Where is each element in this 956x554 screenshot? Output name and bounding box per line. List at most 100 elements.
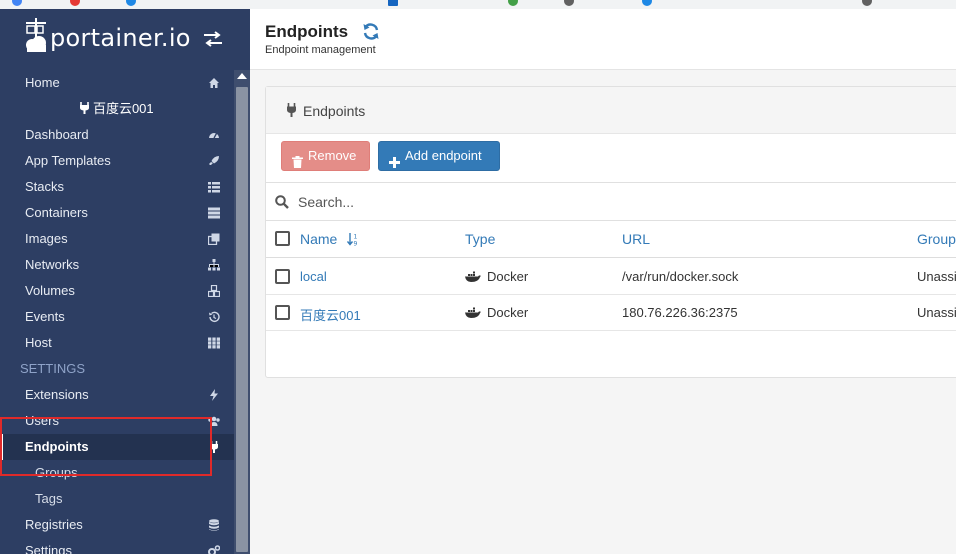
bookmark-icon[interactable] (12, 0, 22, 6)
browser-bookmarks-bar (0, 0, 956, 9)
sidebar-item-label: Home (25, 75, 60, 90)
sidebar-item-label: Stacks (25, 179, 65, 194)
portainer-logo-icon[interactable] (24, 18, 48, 61)
endpoint-name-link[interactable]: local (300, 269, 327, 284)
sidebar-item-label: Registries (25, 517, 83, 532)
cubes-icon (208, 285, 220, 297)
sidebar: portainer.io Home 百度云001 Dashboard App T… (0, 0, 250, 554)
plug-icon (80, 102, 90, 114)
list-icon (208, 182, 220, 193)
column-header-type[interactable]: Type (465, 231, 495, 247)
sidebar-item-label: Images (25, 231, 68, 246)
sidebar-item-label: Settings (25, 543, 72, 554)
endpoint-type: Docker (487, 269, 529, 284)
bookmark-icon[interactable] (642, 0, 652, 6)
sidebar-item-label: Extensions (25, 387, 89, 402)
panel-header: Endpoints (266, 87, 956, 134)
search-icon (275, 195, 289, 214)
brand-header: portainer.io (0, 0, 250, 70)
sidebar-item-tags[interactable]: Tags (0, 486, 234, 512)
database-icon (209, 519, 219, 531)
history-icon (209, 311, 220, 323)
bookmark-icon[interactable] (508, 0, 518, 6)
users-icon (208, 416, 220, 426)
select-all-checkbox[interactable] (275, 231, 290, 246)
sidebar-toggle-icon[interactable] (204, 31, 222, 52)
endpoint-group: Unassigned (917, 269, 956, 284)
column-header-url[interactable]: URL (622, 231, 650, 247)
add-endpoint-button-label: Add endpoint (405, 148, 482, 163)
row-checkbox[interactable] (275, 269, 290, 284)
settings-section-heading: SETTINGS (20, 361, 86, 376)
sidebar-item-extensions[interactable]: Extensions (0, 382, 234, 408)
brand-name[interactable]: portainer.io (50, 24, 191, 52)
sidebar-item-label: Endpoints (25, 439, 89, 454)
page-header: Endpoints Endpoint management (250, 0, 956, 70)
sidebar-menu: Home 百度云001 Dashboard App Templates Stac… (0, 70, 234, 554)
sidebar-item-users[interactable]: Users (0, 408, 234, 434)
sidebar-item-endpoints[interactable]: Endpoints (0, 434, 234, 460)
sidebar-scrollbar[interactable] (234, 70, 250, 554)
docker-icon (465, 306, 482, 324)
cogs-icon (208, 545, 220, 554)
endpoint-name-label: 百度云001 (92, 101, 154, 116)
sidebar-item-label: Events (25, 309, 65, 324)
sidebar-item-containers[interactable]: Containers (0, 200, 234, 226)
svg-text:9: 9 (354, 241, 358, 247)
sidebar-item-stacks[interactable]: Stacks (0, 174, 234, 200)
sidebar-item-settings[interactable]: Settings (0, 538, 234, 554)
sidebar-item-dashboard[interactable]: Dashboard (0, 122, 234, 148)
docker-icon (465, 270, 482, 288)
sidebar-item-groups[interactable]: Groups (0, 460, 234, 486)
plus-icon (389, 150, 400, 178)
remove-button-label: Remove (308, 148, 357, 163)
row-checkbox[interactable] (275, 305, 290, 320)
sidebar-item-app-templates[interactable]: App Templates (0, 148, 234, 174)
add-endpoint-button[interactable]: Add endpoint (378, 141, 500, 171)
remove-button[interactable]: Remove (281, 141, 370, 171)
endpoint-group: Unassigned (917, 305, 956, 320)
clone-icon (208, 233, 220, 245)
bolt-icon (210, 389, 218, 401)
dashboard-icon (209, 133, 219, 139)
sidebar-item-host[interactable]: Host (0, 330, 234, 356)
scrollbar-thumb[interactable] (236, 87, 248, 552)
table-row: local Docker /var/run/docker.sock Unassi… (266, 259, 956, 295)
sidebar-item-images[interactable]: Images (0, 226, 234, 252)
scroll-up-arrow-icon[interactable] (237, 73, 247, 79)
refresh-icon[interactable] (362, 23, 380, 45)
plug-icon (286, 103, 297, 122)
bookmark-icon[interactable] (564, 0, 574, 6)
endpoint-name-link[interactable]: 百度云001 (300, 305, 361, 324)
bookmark-icon[interactable] (126, 0, 136, 6)
bookmark-icon[interactable] (388, 0, 398, 6)
column-header-group[interactable]: Group (917, 231, 956, 247)
plug-icon (210, 441, 218, 453)
sidebar-item-label: Tags (35, 491, 63, 506)
sidebar-item-registries[interactable]: Registries (0, 512, 234, 538)
sidebar-item-label: Host (25, 335, 52, 350)
rocket-icon (209, 156, 219, 165)
column-header-name[interactable]: Name (300, 231, 337, 247)
endpoints-panel: Endpoints Remove Add endpoint Name 19 Ty… (265, 86, 956, 378)
search-bar (266, 182, 956, 221)
panel-title: Endpoints (303, 103, 366, 119)
sidebar-item-networks[interactable]: Networks (0, 252, 234, 278)
trash-icon (292, 150, 303, 178)
sort-ascending-icon[interactable]: 19 (346, 233, 359, 251)
sitemap-icon (208, 259, 220, 271)
svg-text:1: 1 (354, 234, 358, 241)
bookmark-icon[interactable] (862, 0, 872, 6)
table-header-row: Name 19 Type URL Group (266, 221, 956, 258)
sidebar-item-volumes[interactable]: Volumes (0, 278, 234, 304)
search-input[interactable] (298, 191, 698, 213)
th-icon (208, 337, 220, 349)
sidebar-item-label: Networks (25, 257, 80, 272)
bookmark-icon[interactable] (70, 0, 80, 6)
sidebar-item-events[interactable]: Events (0, 304, 234, 330)
home-icon (209, 78, 219, 88)
sidebar-item-label: Groups (35, 465, 78, 480)
endpoint-url: /var/run/docker.sock (622, 269, 739, 284)
sidebar-item-label: Dashboard (25, 127, 89, 142)
sidebar-item-home[interactable]: Home (0, 70, 234, 96)
